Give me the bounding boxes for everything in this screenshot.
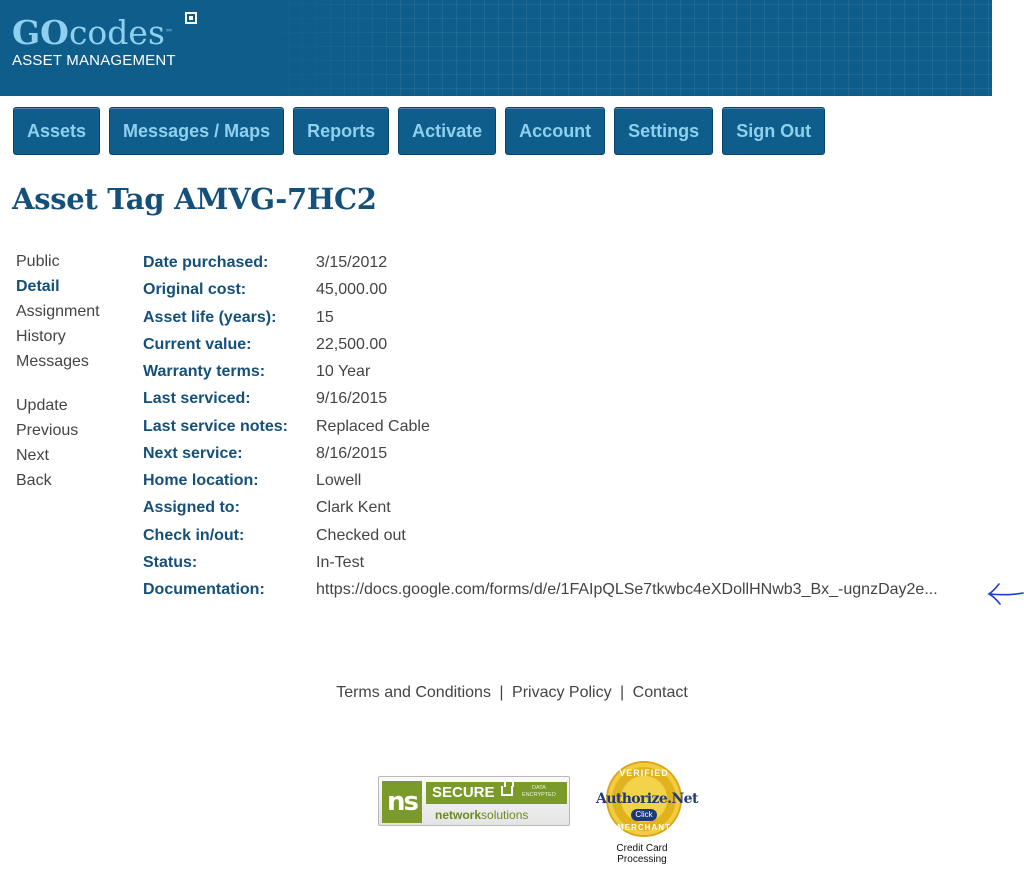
side-link-next[interactable]: Next xyxy=(16,446,100,471)
side-menu-gap xyxy=(16,377,100,396)
network-solutions-seal[interactable]: ns SECURE DATA ENCRYPTED networksolution… xyxy=(378,776,570,826)
detail-value: 45,000.00 xyxy=(316,281,388,299)
ns-encrypted-line: ENCRYPTED xyxy=(522,792,556,798)
page-title: Asset Tag AMVG-7HC2 xyxy=(12,182,377,216)
side-link-public[interactable]: Public xyxy=(16,252,100,277)
ns-secure-bar: SECURE DATA ENCRYPTED xyxy=(426,779,567,804)
logo-go: GO xyxy=(12,13,69,52)
terms-link[interactable]: Terms and Conditions xyxy=(336,684,491,701)
detail-row-date-purchased: Date purchased: 3/15/2012 xyxy=(143,253,938,280)
detail-row-check-in-out: Check in/out: Checked out xyxy=(143,526,938,553)
auth-caption-line: Credit Card xyxy=(616,843,668,854)
nav-assets-button[interactable]: Assets xyxy=(13,107,101,155)
detail-value: 3/15/2012 xyxy=(316,254,388,271)
logo-subtitle: ASSET MANAGEMENT xyxy=(12,52,176,69)
detail-value: https://docs.google.com/forms/d/e/1FAIpQ… xyxy=(316,580,938,607)
documentation-link[interactable]: https://docs.google.com/forms/d/e/1FAIpQ… xyxy=(316,581,938,598)
detail-row-asset-life: Asset life (years): 15 xyxy=(143,308,938,335)
detail-label: Status: xyxy=(143,553,198,571)
detail-label: Date purchased: xyxy=(143,254,269,271)
asset-details: Date purchased: 3/15/2012 Original cost:… xyxy=(143,253,938,607)
detail-label: Check in/out: xyxy=(143,526,245,544)
lock-icon xyxy=(501,779,514,796)
detail-value: 22,500.00 xyxy=(316,335,388,353)
authorize-net-seal[interactable]: VERIFIED Authorize.Net Click MERCHANT xyxy=(596,763,698,843)
nav-activate-button[interactable]: Activate xyxy=(398,107,497,155)
detail-label: Current value: xyxy=(143,335,252,353)
detail-value: 15 xyxy=(316,308,334,326)
detail-value: In-Test xyxy=(316,553,365,571)
detail-row-current-value: Current value: 22,500.00 xyxy=(143,335,938,362)
main-nav: Assets Messages / Maps Reports Activate … xyxy=(13,107,834,155)
detail-value: Replaced Cable xyxy=(316,417,430,435)
detail-row-status: Status: In-Test xyxy=(143,553,938,580)
detail-row-last-serviced: Last serviced: 9/16/2015 xyxy=(143,389,938,416)
ns-name-rest: solutions xyxy=(481,808,529,822)
header-banner: GOcodes™ ASSET MANAGEMENT xyxy=(0,0,992,96)
ns-logo-icon: ns xyxy=(382,781,422,823)
detail-label: Last service notes: xyxy=(143,417,288,435)
detail-label: Asset life (years): xyxy=(143,308,277,326)
detail-row-documentation: Documentation: https://docs.google.com/f… xyxy=(143,580,938,607)
auth-caption-line: Processing xyxy=(617,854,667,865)
nav-sign-out-button[interactable]: Sign Out xyxy=(722,107,826,155)
detail-row-home-location: Home location: Lowell xyxy=(143,471,938,498)
detail-row-original-cost: Original cost: 45,000.00 xyxy=(143,280,938,307)
detail-value: Clark Kent xyxy=(316,499,391,517)
side-link-assignment[interactable]: Assignment xyxy=(16,302,100,327)
detail-label: Next service: xyxy=(143,444,243,462)
nav-account-button[interactable]: Account xyxy=(505,107,606,155)
footer-links: Terms and Conditions | Privacy Policy | … xyxy=(0,684,1024,702)
logo-trademark: ™ xyxy=(164,28,173,37)
nav-messages-maps-button[interactable]: Messages / Maps xyxy=(109,107,285,155)
detail-value: 9/16/2015 xyxy=(316,390,388,408)
side-menu: Public Detail Assignment History Message… xyxy=(16,252,100,496)
auth-click-button[interactable]: Click xyxy=(631,809,657,821)
side-link-messages[interactable]: Messages xyxy=(16,352,100,377)
auth-verified-text: VERIFIED xyxy=(619,768,669,778)
detail-row-last-service-notes: Last service notes: Replaced Cable xyxy=(143,417,938,444)
left-arrow-icon xyxy=(987,583,1024,605)
detail-value: 10 Year xyxy=(316,363,371,380)
detail-label: Assigned to: xyxy=(143,499,240,517)
footer-separator: | xyxy=(499,684,504,701)
auth-merchant-text: MERCHANT xyxy=(617,823,671,832)
nav-reports-button[interactable]: Reports xyxy=(293,107,390,155)
ns-data-line: DATA xyxy=(531,785,546,791)
detail-value: Lowell xyxy=(316,472,362,489)
contact-link[interactable]: Contact xyxy=(633,684,688,701)
detail-label: Warranty terms: xyxy=(143,363,266,380)
side-link-back[interactable]: Back xyxy=(16,471,100,496)
nav-settings-button[interactable]: Settings xyxy=(614,107,714,155)
side-link-previous[interactable]: Previous xyxy=(16,421,100,446)
logo[interactable]: GOcodes™ ASSET MANAGEMENT xyxy=(12,16,176,70)
ns-data-encrypted: DATA ENCRYPTED xyxy=(522,785,556,799)
side-link-update[interactable]: Update xyxy=(16,396,100,421)
ns-name-bold: network xyxy=(435,808,482,822)
detail-row-warranty-terms: Warranty terms: 10 Year xyxy=(143,362,938,389)
auth-brand-name: Authorize.Net xyxy=(596,791,698,807)
side-link-detail[interactable]: Detail xyxy=(16,277,100,302)
detail-label: Last serviced: xyxy=(143,390,251,408)
detail-label: Original cost: xyxy=(143,281,247,299)
detail-row-assigned-to: Assigned to: Clark Kent xyxy=(143,498,938,525)
logo-codes: codes xyxy=(68,13,165,52)
ns-company-name: networksolutions xyxy=(435,808,528,822)
footer-separator: | xyxy=(620,684,625,701)
detail-label: Documentation: xyxy=(143,581,265,598)
privacy-link[interactable]: Privacy Policy xyxy=(512,684,612,701)
logo-wordmark: GOcodes™ xyxy=(12,16,176,50)
detail-row-next-service: Next service: 8/16/2015 xyxy=(143,444,938,471)
detail-value: 8/16/2015 xyxy=(316,444,388,462)
detail-value: Checked out xyxy=(316,526,406,544)
detail-label: Home location: xyxy=(143,472,259,489)
auth-caption: Credit Card Processing xyxy=(592,843,692,865)
side-link-history[interactable]: History xyxy=(16,327,100,352)
ns-secure-text: SECURE xyxy=(432,784,495,801)
logo-square-icon xyxy=(185,12,197,24)
